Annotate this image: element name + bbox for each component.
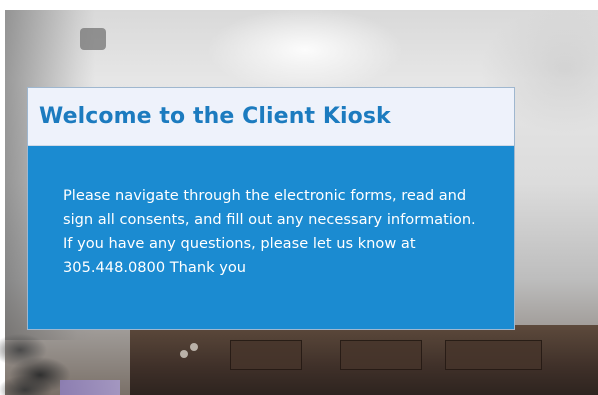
background-knob (190, 343, 198, 351)
welcome-card: Welcome to the Client Kiosk Please navig… (27, 87, 515, 330)
background-towel (60, 380, 120, 395)
welcome-card-body: Please navigate through the electronic f… (28, 146, 514, 280)
welcome-message: Please navigate through the electronic f… (63, 187, 476, 276)
background-lamp (80, 28, 106, 50)
kiosk-screen: Welcome to the Client Kiosk Please navig… (0, 0, 598, 395)
background-drawer (230, 340, 302, 370)
background-drawer (445, 340, 542, 370)
welcome-title: Welcome to the Client Kiosk (39, 104, 391, 129)
welcome-card-header: Welcome to the Client Kiosk (28, 88, 514, 146)
background-knob (180, 350, 188, 358)
background-drawer (340, 340, 422, 370)
